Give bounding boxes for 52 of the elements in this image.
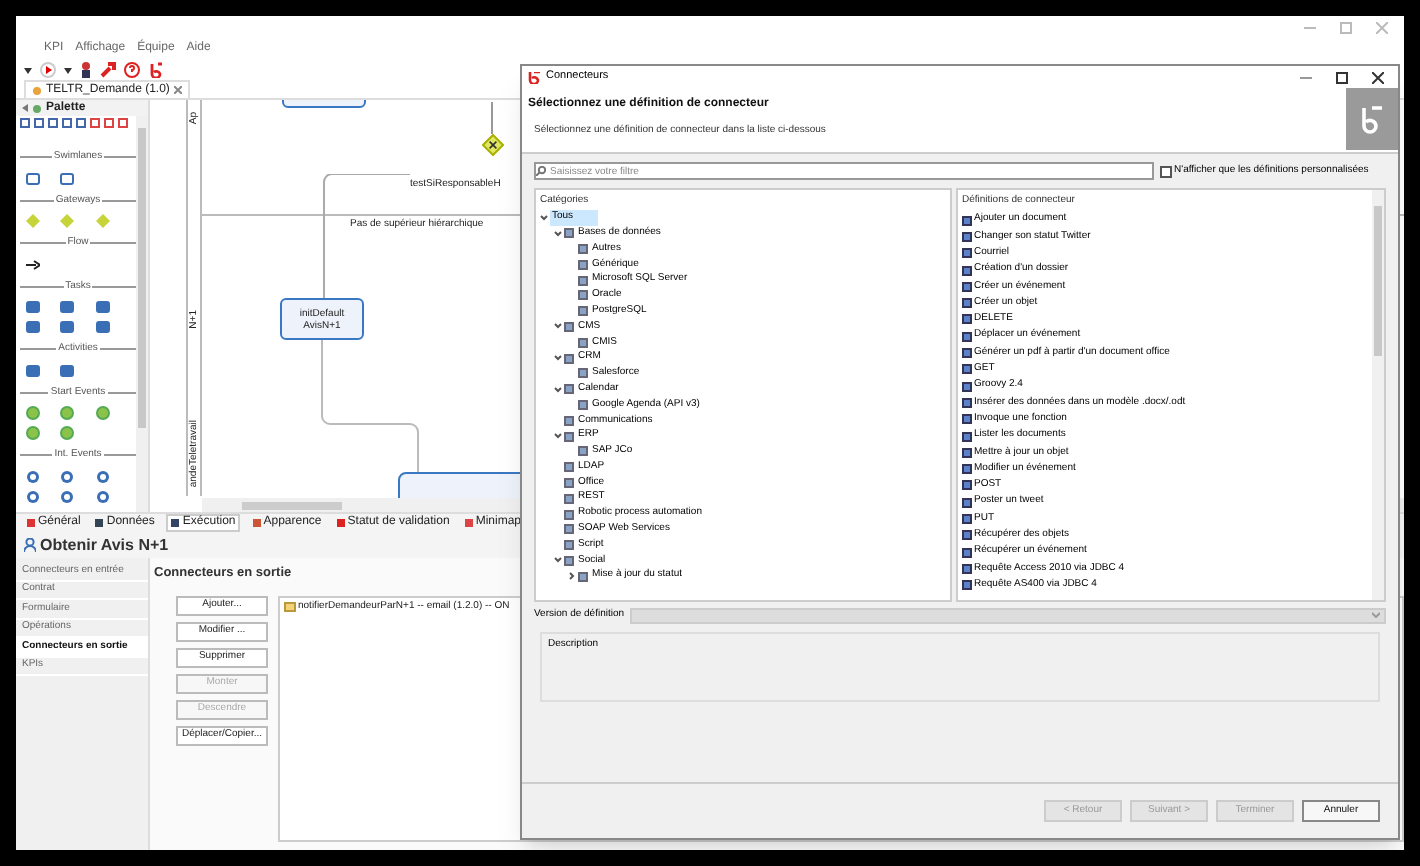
checkbox[interactable]	[1160, 165, 1172, 177]
chevron-down-icon[interactable]	[554, 556, 562, 565]
gateway-icon	[95, 214, 110, 228]
maximize-icon	[1340, 22, 1352, 34]
lane-icon	[60, 171, 75, 185]
logo-icon	[528, 71, 540, 83]
person-icon	[80, 62, 92, 78]
tab-icon	[251, 518, 262, 528]
close-icon	[1376, 22, 1388, 34]
chevron-down-icon[interactable]	[540, 213, 548, 222]
process-icon	[32, 85, 42, 95]
tab-icon	[94, 518, 105, 528]
event-icon	[95, 406, 110, 420]
task-icon	[26, 363, 40, 377]
logo-icon	[148, 62, 164, 78]
logo-icon	[1356, 103, 1388, 135]
close-icon	[173, 86, 182, 94]
tab-icon	[26, 518, 36, 528]
maximize-icon	[1336, 71, 1348, 83]
minimize-icon	[1300, 71, 1312, 83]
close-icon	[1372, 71, 1384, 83]
palette-icon	[32, 103, 42, 113]
gateway-icon	[26, 214, 40, 228]
person-icon	[24, 538, 36, 552]
tools-icon	[100, 62, 116, 78]
caret-icon	[64, 67, 72, 73]
arrow-icon	[26, 257, 40, 271]
caret-icon	[24, 67, 32, 73]
gateway-icon	[60, 214, 75, 228]
chevron-down-icon[interactable]	[554, 229, 562, 238]
tab-icon	[463, 518, 474, 528]
run-icon	[40, 62, 56, 78]
chevron-down-icon[interactable]	[554, 432, 562, 441]
help-icon	[124, 62, 140, 78]
element-title: Obtenir Avis N+1	[40, 533, 169, 557]
chevron-down-icon[interactable]	[554, 354, 562, 363]
chevron-right-icon[interactable]	[568, 572, 576, 581]
chevron-down-icon[interactable]	[554, 385, 562, 394]
collapse-icon	[22, 104, 28, 112]
tab-icon	[170, 518, 181, 528]
gateway-drawing	[482, 134, 504, 156]
scrollbar[interactable]	[1372, 190, 1384, 600]
chevron-down-icon[interactable]	[554, 322, 562, 331]
chevron-down-icon	[1372, 612, 1380, 618]
envelope-icon	[284, 602, 296, 613]
task-icon	[60, 363, 75, 377]
scrollbar[interactable]	[136, 116, 148, 512]
lane-icon	[26, 171, 40, 185]
tab-icon	[335, 518, 346, 528]
connector-line	[490, 102, 494, 134]
search-icon	[536, 166, 546, 176]
minimize-icon	[1304, 22, 1316, 34]
